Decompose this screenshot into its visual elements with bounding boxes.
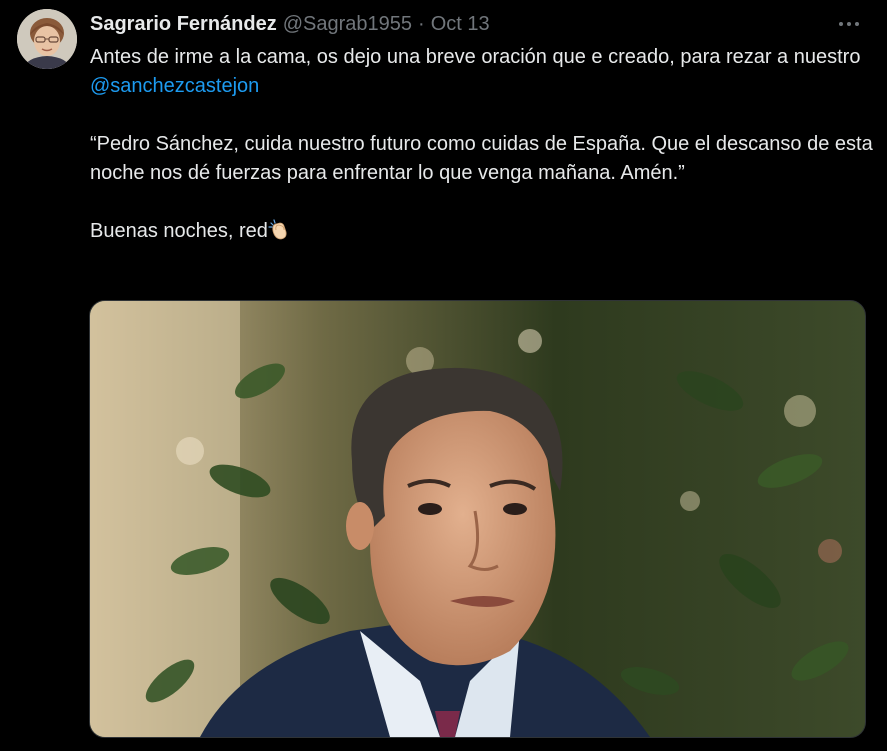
tweet-paragraph-closing: Buenas noches, red: [90, 217, 880, 246]
more-dot: [839, 22, 843, 26]
avatar[interactable]: [17, 9, 77, 69]
intro-text: Antes de irme a la cama, os dejo una bre…: [90, 46, 861, 68]
tweet-paragraph-intro: Antes de irme a la cama, os dejo una bre…: [90, 43, 880, 101]
avatar-photo: [17, 9, 77, 69]
tweet-media-photo[interactable]: [89, 300, 866, 738]
tweet-card[interactable]: Sagrario Fernández @Sagrab1955 · Oct 13 …: [0, 0, 887, 751]
more-options-icon[interactable]: [837, 12, 861, 36]
header-separator: ·: [418, 12, 425, 35]
media-image: [90, 301, 865, 737]
clapping-hands-icon: [268, 219, 287, 240]
closing-text: Buenas noches, red: [90, 220, 268, 242]
tweet-header: Sagrario Fernández @Sagrab1955 · Oct 13: [90, 11, 490, 37]
more-dot: [855, 22, 859, 26]
tweet-date[interactable]: Oct 13: [431, 13, 490, 36]
author-handle[interactable]: @Sagrab1955: [283, 13, 412, 36]
tweet-paragraph-prayer: “Pedro Sánchez, cuida nuestro futuro com…: [90, 133, 873, 184]
tweet-text: Antes de irme a la cama, os dejo una bre…: [90, 43, 880, 246]
mention-link[interactable]: @sanchezcastejon: [90, 75, 259, 97]
author-display-name[interactable]: Sagrario Fernández: [90, 13, 277, 36]
more-dot: [847, 22, 851, 26]
